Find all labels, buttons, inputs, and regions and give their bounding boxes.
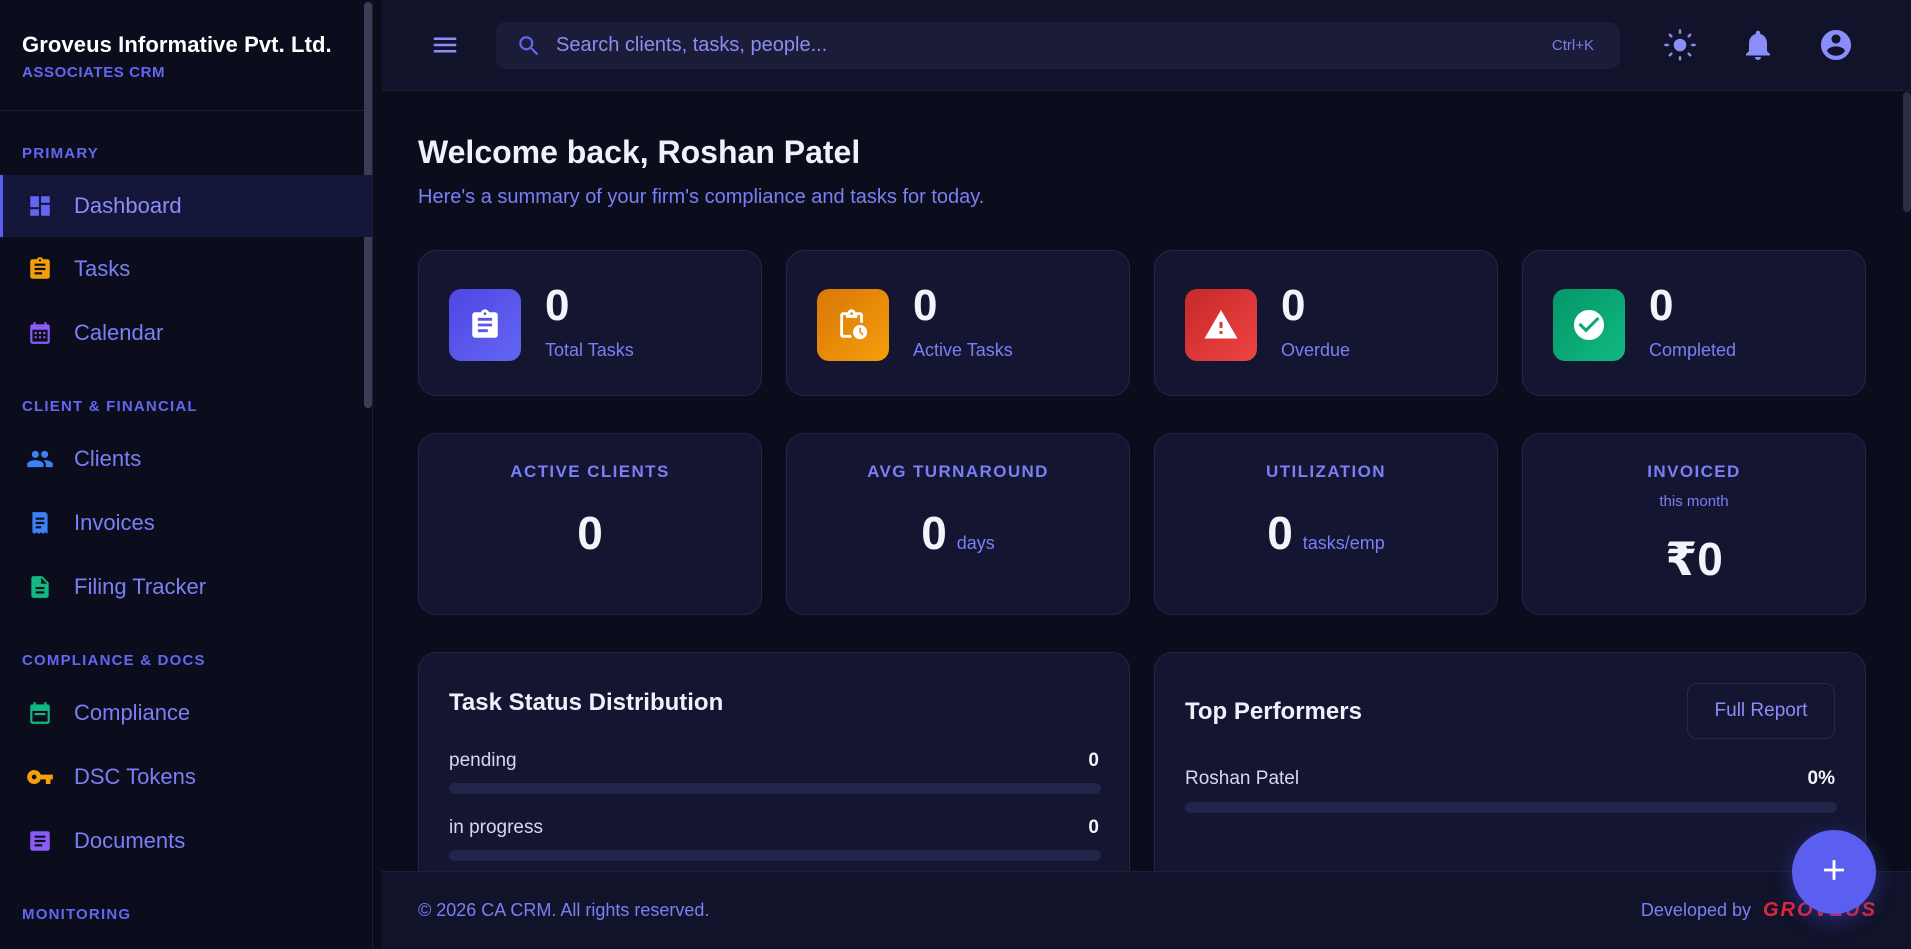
stat-value: 0	[545, 281, 570, 330]
clipboard-clock-icon	[817, 289, 889, 361]
metric-unit: tasks/emp	[1302, 533, 1385, 553]
sidebar-item-filing-tracker[interactable]: Filing Tracker	[0, 556, 372, 618]
sidebar-item-label: Tasks	[74, 256, 131, 281]
page-subtitle: Here's a summary of your firm's complian…	[418, 186, 985, 208]
document-icon	[26, 827, 54, 855]
search-bar[interactable]: Ctrl+K	[496, 22, 1620, 69]
performer-progress-track	[1185, 802, 1837, 813]
stat-card-completed: 0 Completed	[1522, 250, 1866, 396]
panel-title: Top Performers	[1185, 698, 1362, 725]
warning-icon	[1185, 289, 1257, 361]
clipboard-icon	[26, 255, 54, 283]
nav-section-compliance-docs: COMPLIANCE & DOCS	[22, 652, 206, 669]
footer: © 2026 CA CRM. All rights reserved. Deve…	[382, 871, 1911, 949]
sidebar-item-label: Clients	[74, 446, 142, 471]
plus-icon	[1817, 853, 1851, 892]
metric-title: AVG TURNAROUND	[867, 462, 1049, 481]
stat-label: Total Tasks	[545, 340, 634, 360]
file-icon	[26, 573, 54, 601]
metric-value: 0	[577, 507, 603, 559]
metric-unit: days	[956, 533, 995, 553]
metric-title: ACTIVE CLIENTS	[510, 462, 670, 481]
stat-label: Completed	[1649, 340, 1737, 360]
sidebar-item-label: DSC Tokens	[74, 764, 196, 789]
sidebar-item-label: Invoices	[74, 510, 155, 535]
theme-toggle-sun-icon[interactable]	[1662, 27, 1698, 63]
metric-value-group: 0 tasks/emp	[1155, 506, 1497, 560]
menu-icon[interactable]	[430, 30, 460, 60]
developed-by-text: Developed by	[1640, 900, 1751, 920]
sidebar-item-label: Calendar	[74, 320, 164, 345]
account-icon[interactable]	[1818, 27, 1854, 63]
metric-value: 0	[1267, 507, 1293, 559]
metric-value: 0	[921, 507, 947, 559]
calendar-check-icon	[26, 699, 54, 727]
metric-title: UTILIZATION	[1266, 462, 1386, 481]
nav-section-monitoring: MONITORING	[22, 906, 132, 923]
sidebar: Groveus Informative Pvt. Ltd. ASSOCIATES…	[0, 0, 373, 949]
sidebar-item-dashboard[interactable]: Dashboard	[0, 175, 372, 237]
sidebar-item-clients[interactable]: Clients	[0, 428, 372, 490]
main-scrollbar[interactable]	[1903, 92, 1911, 212]
sidebar-item-tasks[interactable]: Tasks	[0, 238, 372, 300]
metric-value: ₹0	[1665, 533, 1723, 585]
status-label: in progress	[449, 817, 543, 838]
performer-name: Roshan Patel	[1185, 768, 1300, 789]
sidebar-item-dsc-tokens[interactable]: DSC Tokens	[0, 746, 372, 808]
status-progress-track	[449, 783, 1101, 794]
key-icon	[26, 763, 54, 791]
full-report-button[interactable]: Full Report	[1687, 683, 1835, 739]
stat-value: 0	[913, 281, 938, 330]
search-shortcut-hint: Ctrl+K	[1551, 37, 1594, 54]
status-progress-track	[449, 850, 1101, 861]
calendar-icon	[26, 319, 54, 347]
status-count: 0	[1088, 817, 1099, 838]
metric-card-utilization: UTILIZATION 0 tasks/emp	[1154, 433, 1498, 615]
sidebar-item-label: Filing Tracker	[74, 574, 207, 599]
stat-card-total-tasks: 0 Total Tasks	[418, 250, 762, 396]
metric-value-group: 0 days	[787, 506, 1129, 560]
check-circle-icon	[1553, 289, 1625, 361]
nav-section-primary: PRIMARY	[22, 145, 100, 162]
clipboard-list-icon	[449, 289, 521, 361]
brand-subtitle: ASSOCIATES CRM	[22, 64, 166, 81]
bell-icon[interactable]	[1740, 27, 1776, 63]
metric-card-active-clients: ACTIVE CLIENTS 0	[418, 433, 762, 615]
add-fab-button[interactable]	[1792, 830, 1876, 914]
invoice-icon	[26, 509, 54, 537]
panel-title: Task Status Distribution	[449, 689, 724, 716]
page-title: Welcome back, Roshan Patel	[418, 134, 861, 170]
dashboard-icon	[26, 192, 54, 220]
people-icon	[26, 445, 54, 473]
sidebar-item-documents[interactable]: Documents	[0, 810, 372, 872]
copyright-text: © 2026 CA CRM. All rights reserved.	[418, 900, 710, 920]
nav-section-client-financial: CLIENT & FINANCIAL	[22, 398, 198, 415]
brand-title: Groveus Informative Pvt. Ltd.	[22, 32, 332, 57]
brand: Groveus Informative Pvt. Ltd. ASSOCIATES…	[0, 0, 372, 111]
sidebar-item-label: Dashboard	[74, 193, 182, 218]
sidebar-item-compliance[interactable]: Compliance	[0, 682, 372, 744]
sidebar-item-calendar[interactable]: Calendar	[0, 302, 372, 364]
metric-value-group: ₹0	[1523, 532, 1865, 586]
top-header: Ctrl+K	[382, 0, 1911, 91]
metric-subtitle: this month	[1659, 493, 1729, 510]
metric-value-group: 0	[419, 506, 761, 560]
search-input[interactable]	[556, 34, 1456, 57]
status-label: pending	[449, 750, 517, 771]
metric-card-avg-turnaround: AVG TURNAROUND 0 days	[786, 433, 1130, 615]
stat-label: Overdue	[1281, 340, 1351, 360]
stat-value: 0	[1281, 281, 1306, 330]
status-count: 0	[1088, 750, 1099, 771]
sidebar-item-label: Documents	[74, 828, 186, 853]
stat-card-overdue: 0 Overdue	[1154, 250, 1498, 396]
sidebar-item-label: Compliance	[74, 700, 191, 725]
stat-card-active-tasks: 0 Active Tasks	[786, 250, 1130, 396]
stat-value: 0	[1649, 281, 1674, 330]
metric-title: INVOICED	[1647, 462, 1741, 481]
search-icon	[516, 33, 542, 59]
metric-card-invoiced: INVOICED this month ₹0	[1522, 433, 1866, 615]
stat-label: Active Tasks	[913, 340, 1013, 360]
sidebar-item-invoices[interactable]: Invoices	[0, 492, 372, 554]
performer-score: 0%	[1807, 768, 1835, 789]
